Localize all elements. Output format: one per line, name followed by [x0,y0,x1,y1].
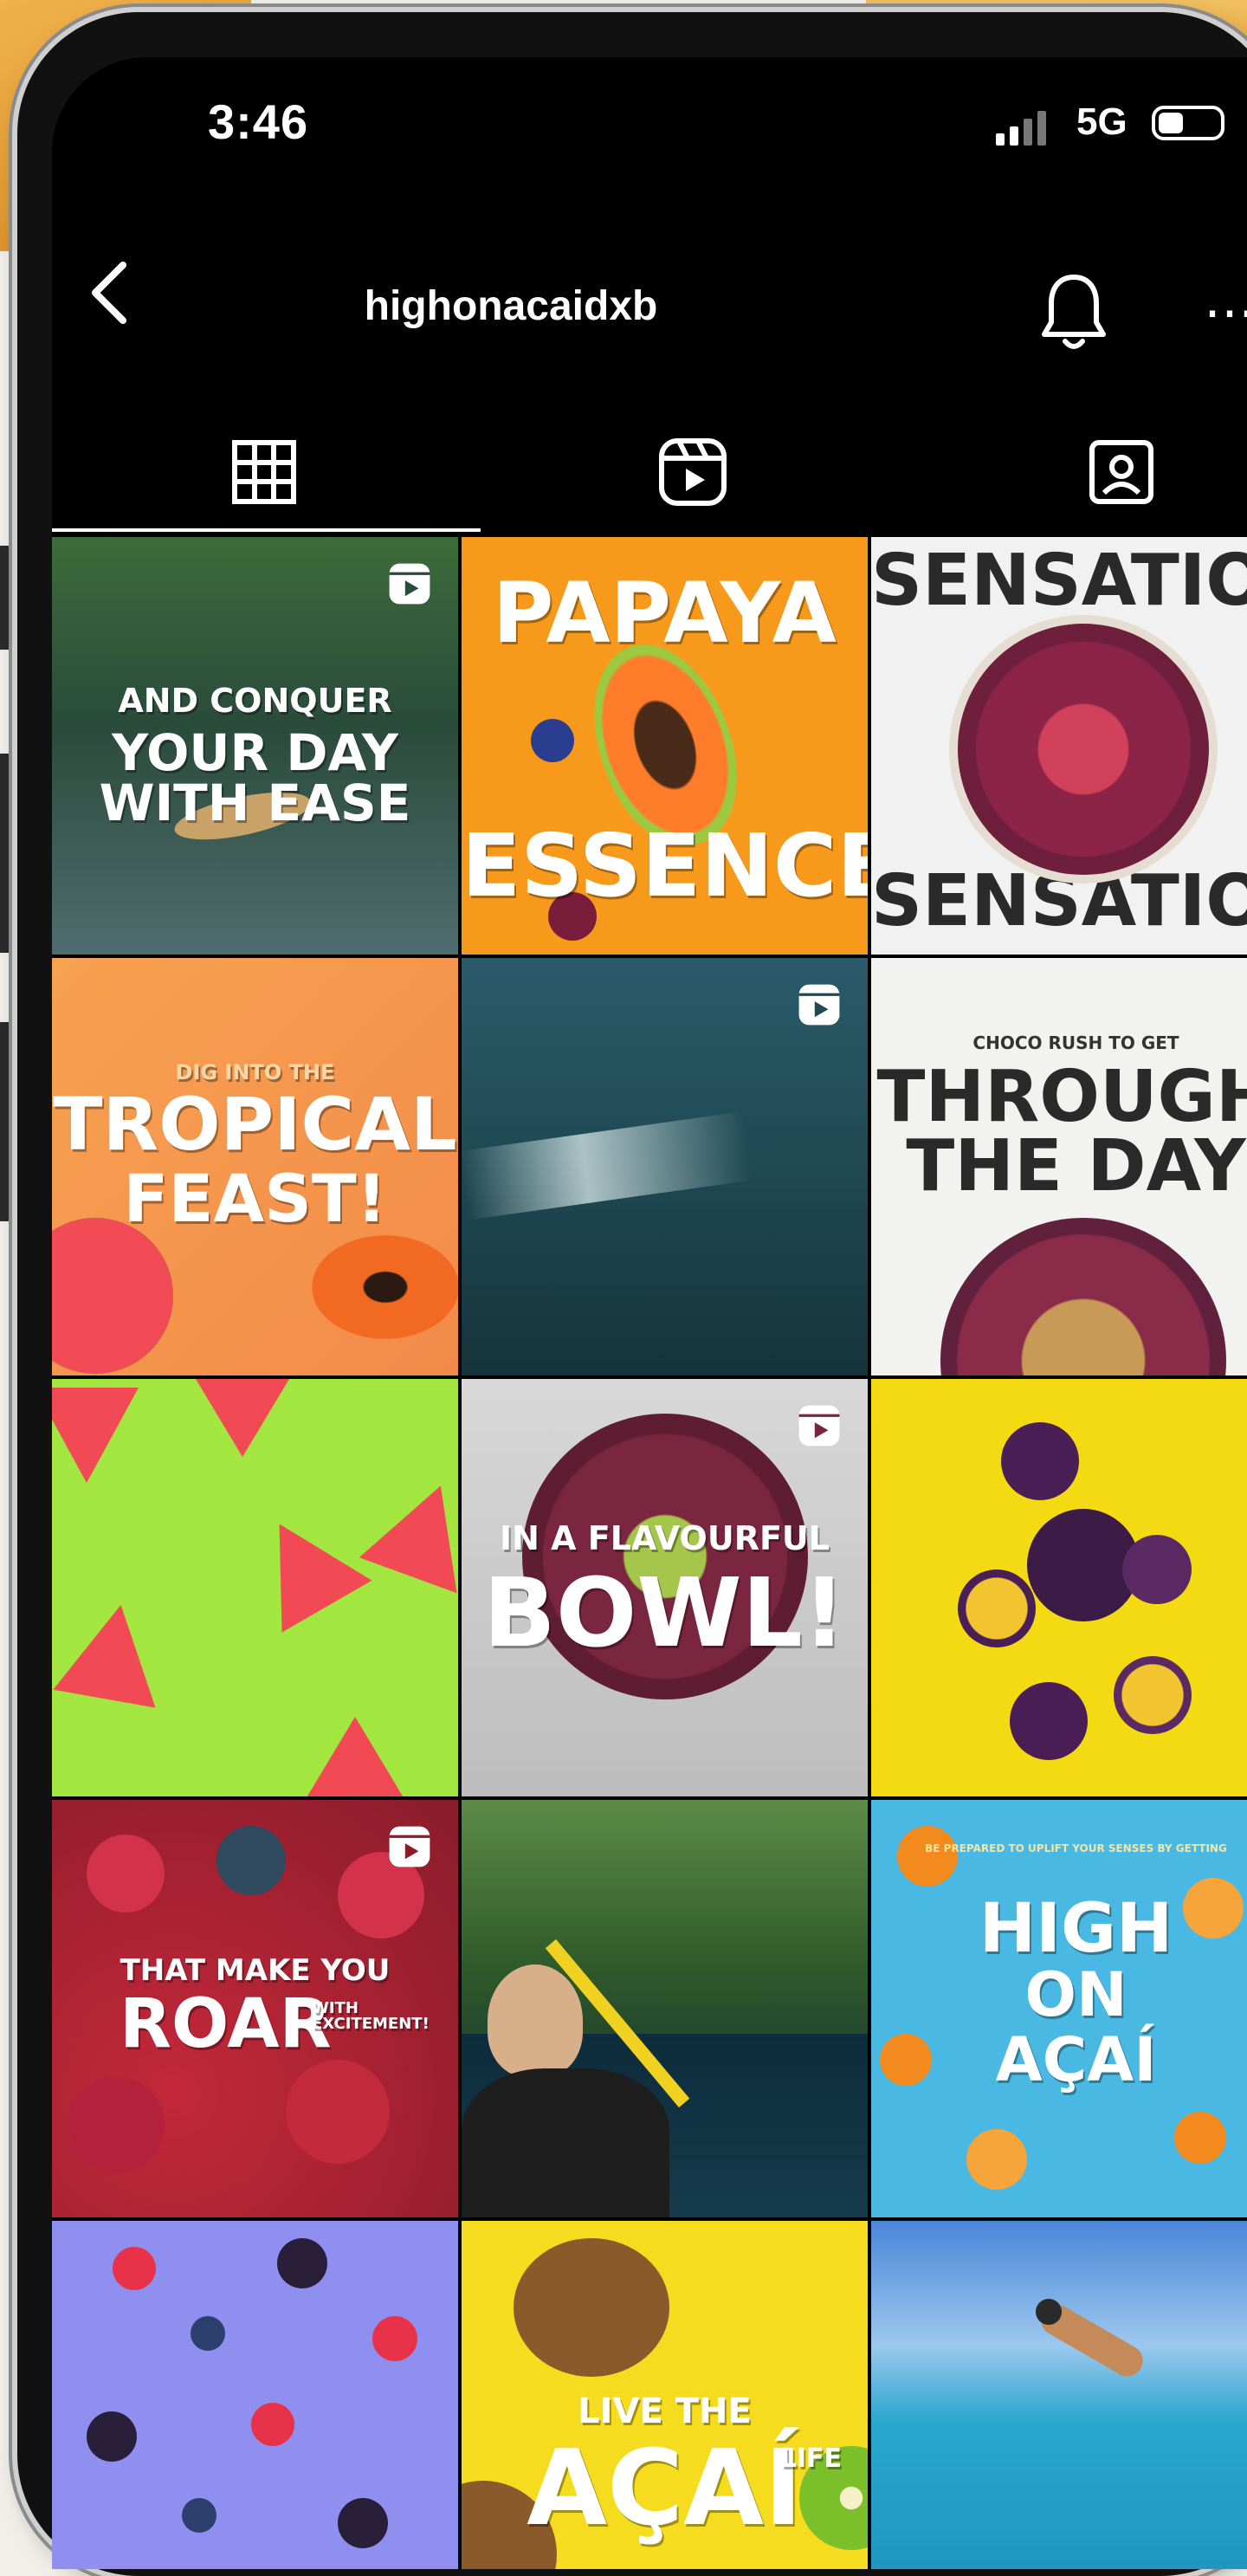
grid-icon [232,440,296,504]
post-caption: LIVE THE [578,2392,752,2431]
status-time: 3:46 [208,94,309,149]
reel-badge-icon [389,1826,430,1867]
post-caption: AND CONQUER [118,682,392,720]
tab-reels[interactable] [654,433,732,511]
post-tile[interactable]: BE PREPARED TO UPLIFT YOUR SENSES BY GET… [871,1800,1247,2221]
post-caption: PAPAYA [492,565,837,662]
phone-volume-up [0,754,19,953]
post-tile[interactable] [52,1379,462,1800]
post-caption: THROUGH [876,1056,1247,1138]
phone-side-button [0,546,19,650]
post-tile[interactable] [871,2221,1247,2569]
tab-grid[interactable] [225,433,303,511]
post-tile[interactable]: SENSATIONAL SENSATIONAL [871,537,1247,958]
reels-icon [659,438,727,506]
post-caption: IN A FLAVOURFUL [499,1519,830,1557]
post-caption: ESSENCE [462,815,871,916]
post-caption: THAT MAKE YOU [120,1953,391,1988]
signal-icon [996,111,1046,146]
post-tile[interactable] [871,1379,1247,1800]
active-tab-indicator [52,528,481,532]
post-caption: ON [1024,1959,1127,2030]
post-caption: FEAST! [123,1160,387,1237]
bell-icon[interactable] [1039,272,1108,355]
post-tile[interactable] [462,958,871,1379]
tab-tagged[interactable] [1082,433,1160,511]
profile-tabs [52,404,1247,534]
post-tile[interactable]: IN A FLAVOURFUL BOWL! [462,1379,871,1800]
post-tile[interactable]: DIG INTO THE TROPICAL FEAST! [52,958,462,1379]
post-tile[interactable] [52,2221,462,2569]
post-caption: THE DAY [906,1125,1246,1207]
post-caption: YOUR DAY WITH EASE [99,723,411,832]
post-tile[interactable]: LIVE THE AÇAÍ LIFE [462,2221,871,2569]
reel-badge-icon [798,1405,840,1447]
post-caption: SENSATIONAL [871,860,1247,942]
profile-username: highonacaidxb [364,283,658,329]
status-bar: 3:46 5G [52,57,1247,187]
post-tile[interactable]: AND CONQUER YOUR DAY WITH EASE [52,537,462,958]
phone-volume-down [0,1022,19,1221]
post-tile[interactable]: THAT MAKE YOU ROAR WITH EXCITEMENT! [52,1800,462,2221]
post-caption: BOWL! [483,1557,846,1668]
post-caption: DIG INTO THE [175,1060,335,1084]
post-caption: LIFE [779,2443,842,2474]
profile-header: highonacaidxb ⋯ [52,213,1247,349]
post-caption: AÇAÍ [995,2024,1157,2095]
post-tile[interactable]: PAPAYA ESSENCE [462,537,871,958]
reel-badge-icon [798,984,840,1026]
post-tile[interactable]: CHOCO RUSH TO GET THROUGH THE DAY [871,958,1247,1379]
battery-icon [1152,106,1224,140]
post-caption: SENSATIONAL [871,540,1247,622]
post-caption: WITH EXCITEMENT! [312,1999,430,2033]
reel-badge-icon [389,563,430,605]
post-tile[interactable] [462,1800,871,2221]
more-options-icon[interactable]: ⋯ [1204,282,1247,343]
post-caption: HIGH [979,1890,1173,1968]
post-caption: TROPICAL [53,1082,457,1167]
tagged-icon [1089,440,1153,504]
post-caption: CHOCO RUSH TO GET [972,1032,1179,1053]
post-caption: BE PREPARED TO UPLIFT YOUR SENSES BY GET… [925,1842,1227,1854]
network-label: 5G [1076,100,1127,143]
phone-screen: 3:46 5G highonacaidxb ⋯ AND CONQUER YOUR… [52,57,1247,2569]
